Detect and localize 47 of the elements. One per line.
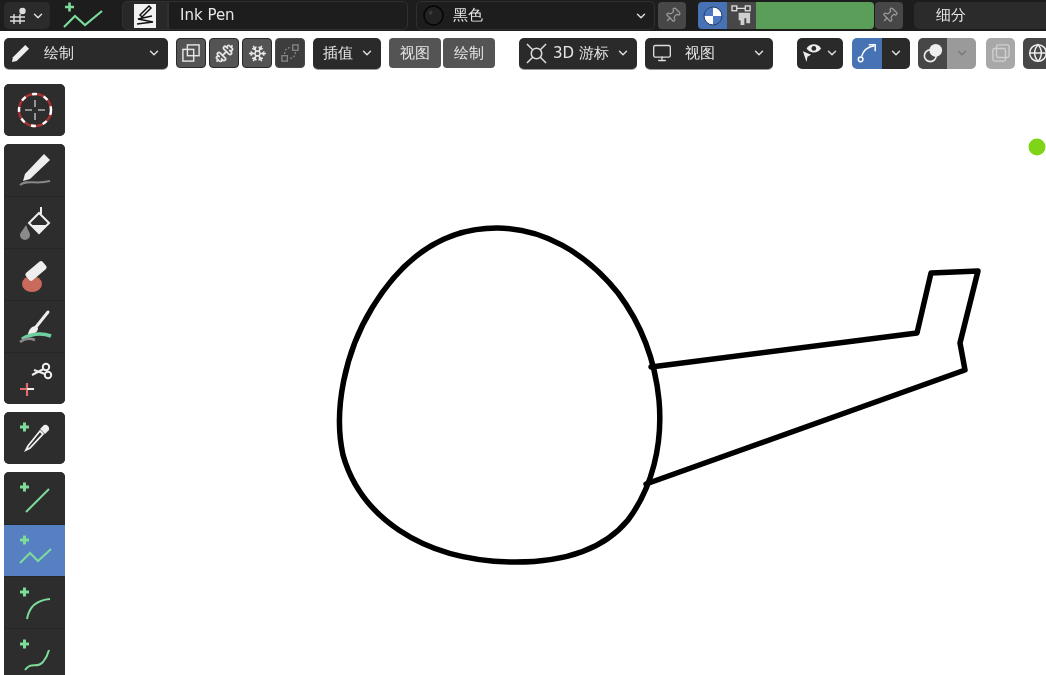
brush-name-field[interactable]: Ink Pen	[168, 1, 408, 30]
pencil-icon	[11, 43, 30, 63]
dumbbell-button[interactable]	[209, 38, 239, 68]
interpolate-dropdown[interactable]: 插值	[313, 37, 381, 69]
brush-preview-icon	[134, 3, 156, 28]
color-swatch[interactable]	[756, 2, 874, 29]
select-visibility-dropdown[interactable]	[797, 37, 843, 69]
cursor-tool[interactable]	[4, 84, 65, 136]
dumbbell-icon	[214, 43, 234, 63]
material-dropdown[interactable]: 黑色	[416, 1, 655, 30]
snowflake-icon	[247, 43, 267, 63]
cursor-icon	[16, 92, 53, 128]
view-dropdown[interactable]: 视图	[645, 37, 773, 69]
vertex-mode-button[interactable]	[727, 2, 756, 29]
cursor-target-icon	[526, 42, 547, 64]
material-sphere-icon	[423, 5, 444, 26]
layers-icon	[991, 44, 1010, 62]
mode-dropdown[interactable]: 绘制	[4, 37, 168, 69]
mode-button[interactable]	[4, 2, 50, 29]
brush-preview-button[interactable]	[122, 1, 168, 30]
zigzag-icon	[62, 1, 104, 30]
overlap-squares-icon	[182, 44, 200, 62]
overlap-squares-button[interactable]	[176, 38, 206, 68]
dot-icon	[1028, 138, 1046, 156]
dashed-link-icon	[281, 44, 299, 62]
cursor-dropdown[interactable]: 3D 游标	[519, 37, 637, 69]
overlap-circles-icon	[922, 43, 943, 63]
globe-icon	[1028, 43, 1046, 63]
eye-arrow-icon	[801, 43, 822, 63]
eyedropper-tool[interactable]	[4, 412, 65, 464]
material-mode-button[interactable]	[698, 2, 727, 29]
curve-snap-icon	[857, 43, 877, 63]
menu-button[interactable]: 绘制	[443, 38, 495, 68]
monitor-icon	[652, 43, 672, 63]
grid-ball-icon	[9, 7, 29, 24]
pin-button[interactable]	[658, 2, 686, 29]
vertex-paint-icon	[731, 5, 752, 26]
snowflake-button[interactable]	[242, 38, 272, 68]
pin-button[interactable]	[875, 2, 903, 29]
subdivide-dropdown[interactable]: 细分	[914, 2, 1046, 29]
globe-button[interactable]	[1023, 37, 1046, 69]
snapping-toggle[interactable]	[852, 37, 882, 69]
snapping-dropdown[interactable]	[882, 37, 910, 69]
overlay-toggle[interactable]	[918, 37, 947, 69]
shading-sphere-icon	[702, 5, 723, 26]
cutter-tool[interactable]	[4, 352, 65, 404]
menu-button[interactable]: 视图	[389, 38, 441, 68]
